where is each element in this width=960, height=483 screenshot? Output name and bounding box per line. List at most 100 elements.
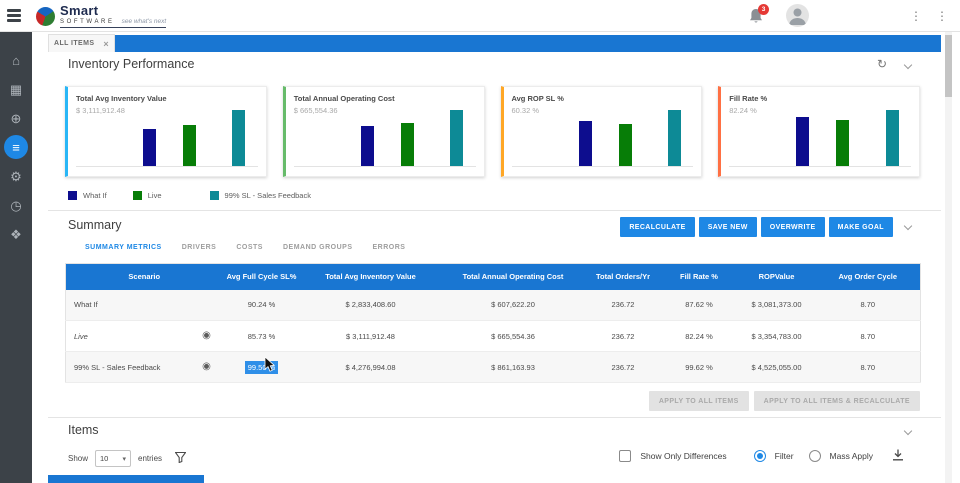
table-header-row: Scenario Avg Full Cycle SL% Total Avg In… [65,263,921,290]
tab-demand-groups[interactable]: DEMAND GROUPS [283,244,353,251]
goal-target-icon[interactable]: ◉ [202,361,211,372]
table-row-99sl-sales-feedback[interactable]: 99% SL - Sales Feedback ◉ 99.50 % $ 4,27… [65,351,921,383]
sidebar-item-home[interactable]: ⌂ [0,46,32,74]
legend-swatch [209,191,219,200]
cell-orders: 236.72 [585,351,661,383]
brand-tagline: see what's next [121,18,167,25]
brand-name: Smart [60,3,99,18]
chevron-down-icon: ▾ [122,455,127,463]
show-label: Show [68,454,89,463]
collapse-summary-chevron-icon[interactable] [903,221,913,231]
column-header-rop-value: ROPValue [737,263,816,290]
apply-to-all-items-recalculate-button[interactable]: APPLY TO ALL ITEMS & RECALCULATE [753,391,920,411]
items-table-header-partial [48,475,204,483]
user-avatar[interactable] [786,4,809,27]
sidebar-item-items-list[interactable]: ≡ [0,133,32,161]
metric-card-title: Fill Rate % [729,94,768,103]
cell-cycle: 8.70 [815,289,921,321]
cell-inventory: $ 3,111,912.48 [300,320,441,352]
filter-funnel-icon[interactable] [174,451,187,465]
top-bar: Smart SOFTWARE see what's next 3 ⋮ ⋮ [0,0,960,32]
entries-label: entries [138,454,163,463]
window-menu-icon[interactable]: ⋮ [936,8,948,24]
table-row-what-if[interactable]: What If 90.24 % $ 2,833,408.60 $ 607,622… [65,289,921,321]
brand-logo[interactable]: Smart SOFTWARE see what's next [36,3,167,28]
show-only-differences-label: Show Only Differences [640,451,727,461]
recalculate-button[interactable]: RECALCULATE [620,217,695,237]
chart-baseline [293,166,476,167]
mass-apply-radio[interactable] [808,450,821,462]
metric-card-avg-rop-sl: Avg ROP SL % 60.32 % [500,86,703,177]
cell-sl: 85.73 % [222,320,301,352]
section-divider [48,210,941,211]
summary-action-buttons: RECALCULATE SAVE NEW OVERWRITE MAKE GOAL [620,217,893,237]
left-sidebar: ⌂ ▦ ⊕ ≡ ⚙ ◷ ❖ [0,32,32,483]
save-new-button[interactable]: SAVE NEW [698,217,757,237]
sidebar-item-dashboard[interactable]: ▦ [0,75,32,103]
legend-item-sales-feedback: 99% SL - Sales Feedback [209,191,311,200]
table-row-live[interactable]: Live ◉ 85.73 % $ 3,111,912.48 $ 665,554.… [65,320,921,352]
cell-inventory: $ 2,833,408.60 [300,289,441,321]
filter-radio[interactable] [753,450,766,462]
goal-target-icon[interactable]: ◉ [202,330,211,341]
apply-to-all-items-button[interactable]: APPLY TO ALL ITEMS [648,391,749,411]
collapse-items-chevron-icon[interactable] [903,426,913,436]
cell-cycle: 8.70 [815,320,921,352]
refresh-icon[interactable]: ↻ [877,57,887,71]
cell-cost: $ 861,163.93 [440,351,586,383]
tab-summary-metrics[interactable]: SUMMARY METRICS [85,244,162,251]
tab-drivers[interactable]: DRIVERS [182,244,217,251]
cell-goal-indicator [190,289,223,321]
chart-bar-2 [232,110,246,166]
chart-baseline [511,166,694,167]
cell-cost: $ 607,622.20 [440,289,586,321]
chart-bar-1 [183,125,197,166]
chart-baseline [76,166,258,167]
scrollbar-track[interactable] [945,32,952,483]
cell-rop: $ 3,081,373.00 [737,289,816,321]
overflow-menu-icon[interactable]: ⋮ [910,8,922,24]
legend-swatch [68,191,77,200]
tab-errors[interactable]: ERRORS [373,244,406,251]
make-goal-button[interactable]: MAKE GOAL [828,217,893,237]
chart-bar-2 [667,110,681,166]
show-only-differences-checkbox[interactable] [619,450,632,462]
metric-card-inventory-value: Total Avg Inventory Value $ 3,111,912.48 [65,86,267,177]
column-header-total-avg-inventory-value: Total Avg Inventory Value [300,263,441,290]
cell-scenario: Live [65,320,191,352]
tab-strip: ALL ITEMS × [32,32,960,52]
metric-card-chart [729,108,911,166]
apply-action-buttons: APPLY TO ALL ITEMS APPLY TO ALL ITEMS & … [648,391,920,411]
column-header-avg-order-cycle: Avg Order Cycle [815,263,921,290]
chart-bar-1 [618,124,632,166]
menu-toggle-icon[interactable] [7,9,21,22]
legend-label: 99% SL - Sales Feedback [224,191,311,200]
tab-close-icon[interactable]: × [103,39,109,49]
collapse-inventory-chevron-icon[interactable] [903,60,913,70]
column-header-total-orders-yr: Total Orders/Yr [585,263,661,290]
sidebar-item-settings[interactable]: ⚙ [0,162,32,190]
metric-card-chart [294,108,476,166]
cell-orders: 236.72 [585,289,661,321]
tab-costs[interactable]: COSTS [236,244,263,251]
page-size-select[interactable]: 10 ▾ [95,450,132,467]
sidebar-item-network[interactable]: ❖ [0,220,32,248]
sidebar-item-globe[interactable]: ⊕ [0,104,32,132]
sidebar-item-history[interactable]: ◷ [0,191,32,219]
tab-label: ALL ITEMS [54,40,95,47]
items-title: Items [68,423,99,437]
download-icon[interactable] [892,449,904,463]
chart-bar-0 [360,126,374,166]
overwrite-button[interactable]: OVERWRITE [760,217,825,237]
chart-bar-1 [400,123,414,166]
network-icon: ❖ [10,226,22,242]
summary-tabs: SUMMARY METRICS DRIVERS COSTS DEMAND GRO… [85,244,405,251]
scrollbar-thumb[interactable] [945,35,952,97]
section-divider [48,417,941,418]
list-icon: ≡ [12,139,20,155]
brand-subtitle: SOFTWARE [60,19,115,25]
tab-all-items[interactable]: ALL ITEMS × [48,34,115,52]
column-header-fill-rate: Fill Rate % [660,263,738,290]
cell-scenario: 99% SL - Sales Feedback [65,351,191,383]
dashboard-icon: ▦ [9,81,23,97]
